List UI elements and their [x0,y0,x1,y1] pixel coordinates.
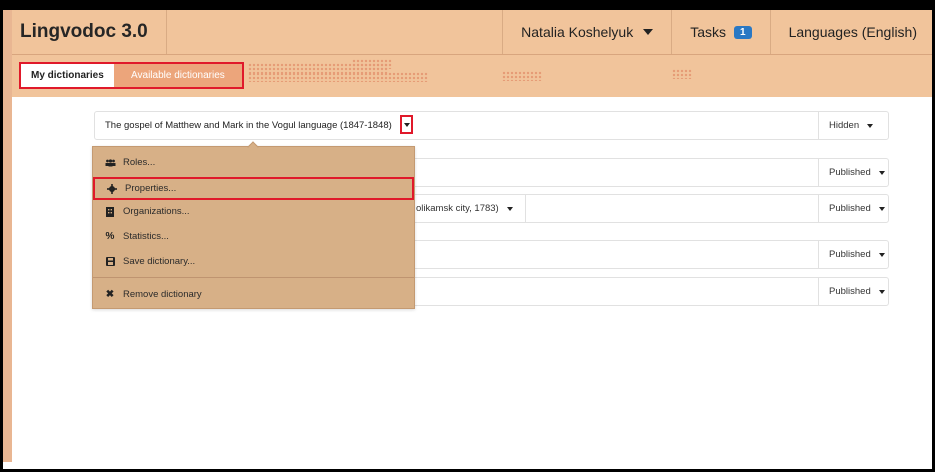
menu-item-remove-dictionary[interactable]: ✖ Remove dictionary [93,283,414,306]
dictionary-title[interactable]: The gospel of Matthew and Mark in the Vo… [105,112,392,139]
chevron-down-icon [867,123,874,128]
top-navbar: Lingvodoc 3.0 Natalia Koshelyuk Tasks 1 … [12,10,935,55]
decorative-dots [672,69,692,79]
chevron-down-icon [506,206,513,211]
status-label: Published [829,203,871,214]
status-label: Hidden [829,120,860,131]
menu-item-save-dictionary[interactable]: Save dictionary... [93,250,414,273]
building-icon [103,206,117,217]
tasks-button[interactable]: Tasks 1 [671,10,769,54]
dictionary-title-text: olikamsk city, 1783) [416,203,499,214]
languages-menu[interactable]: Languages (English) [769,10,935,54]
menu-item-label: Roles... [123,157,156,168]
tasks-count-badge: 1 [734,25,752,39]
user-name: Natalia Koshelyuk [521,24,634,40]
app-logo-title[interactable]: Lingvodoc 3.0 [12,10,167,54]
dictionary-actions-menu: Roles... Properties... Organizations... … [92,146,415,309]
chevron-down-icon [403,122,410,127]
decorative-dots [248,72,428,82]
menu-item-label: Save dictionary... [123,256,196,267]
status-label: Published [829,167,871,178]
chevron-down-icon [878,252,885,257]
chevron-down-icon [878,289,885,294]
divider [525,195,526,222]
chevron-down-icon [643,29,654,35]
menu-item-roles[interactable]: Roles... [93,151,414,174]
user-menu[interactable]: Natalia Koshelyuk [502,10,671,54]
status-dropdown[interactable]: Published [818,195,888,222]
status-dropdown[interactable]: Hidden [818,112,888,139]
close-icon: ✖ [105,289,115,300]
users-icon [103,158,117,167]
dictionary-row: The gospel of Matthew and Mark in the Vo… [94,111,889,140]
menu-item-properties[interactable]: Properties... [93,177,414,200]
menu-item-statistics[interactable]: % Statistics... [93,225,414,248]
save-icon [103,257,117,266]
percent-icon: % [105,231,115,242]
chevron-down-icon [878,170,885,175]
status-dropdown[interactable]: Published [818,159,888,186]
status-dropdown[interactable]: Published [818,278,888,305]
menu-item-label: Statistics... [123,231,169,242]
tab-my-dictionaries[interactable]: My dictionaries [21,64,114,87]
status-dropdown[interactable]: Published [818,241,888,268]
status-label: Published [829,249,871,260]
menu-item-organizations[interactable]: Organizations... [93,200,414,223]
dictionary-tabbar: My dictionaries Available dictionaries [12,55,935,97]
menu-divider [93,277,414,278]
chevron-down-icon [878,206,885,211]
dictionary-title[interactable]: olikamsk city, 1783) [416,195,513,222]
decorative-dots [502,71,542,81]
gear-icon [105,183,119,194]
left-margin-strip [0,0,12,462]
tabs-highlight-box: My dictionaries Available dictionaries [19,62,244,89]
menu-item-label: Properties... [125,183,177,194]
menu-item-label: Remove dictionary [123,289,202,300]
languages-label: Languages (English) [788,24,917,40]
tasks-label: Tasks [690,24,727,40]
tab-available-dictionaries[interactable]: Available dictionaries [113,64,242,87]
menu-item-label: Organizations... [123,206,190,217]
dictionary-actions-dropdown[interactable] [400,115,413,134]
decorative-dots [352,59,392,69]
status-label: Published [829,286,871,297]
